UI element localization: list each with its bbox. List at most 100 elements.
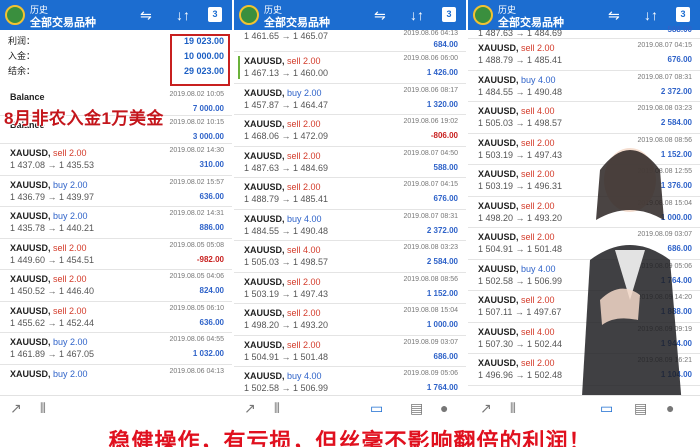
table-row[interactable]: XAUUSD, sell 2.00 1 498.20 → 1 493.20 2019… — [234, 304, 466, 336]
row-side: sell 2.00 — [287, 339, 321, 350]
table-row[interactable]: XAUUSD, buy 2.00 2019.08.06 04:13 — [0, 365, 232, 396]
table-row[interactable]: XAUUSD, sell 2.00 1 450.52 → 1 446.40 2019… — [0, 270, 232, 302]
row-symbol-text: XAUUSD, — [478, 106, 519, 116]
row-side: sell 2.00 — [521, 200, 555, 211]
sort-icon[interactable]: ↓↑ — [176, 6, 190, 24]
table-row[interactable]: XAUUSD, sell 2.00 1 468.06 → 1 472.09 2019… — [234, 115, 466, 147]
trade-icon[interactable]: ↗ — [10, 400, 22, 417]
chat-icon[interactable]: ● — [440, 400, 448, 416]
table-row[interactable]: 1 461.65 → 1 465.07 2019.08.06 04:13 684… — [234, 30, 466, 52]
deal-list-2: XAUUSD, sell 2.00 1 467.13 → 1 460.00 2019… — [234, 52, 466, 399]
row-side: sell 2.00 — [521, 169, 555, 179]
calendar-icon[interactable]: 3 — [442, 7, 456, 22]
row-date: 2019.08.07 08:31 — [637, 73, 693, 81]
row-profit: 1 000.00 — [426, 320, 458, 329]
row-profit: 2 584.00 — [660, 118, 692, 127]
table-row[interactable]: XAUUSD, sell 2.00 1 487.63 → 1 484.69 2019… — [234, 147, 466, 178]
row-profit: 1 320.00 — [426, 99, 458, 109]
panel-history-1: 历史 全部交易品种 ⇋ ↓↑ 3 利润： 19 023.00 入金： 10 000.… — [0, 0, 232, 447]
row-profit: 2 584.00 — [426, 257, 458, 266]
table-row[interactable]: 1 487.63 → 1 484.69 588.00 — [468, 25, 700, 39]
table-row[interactable]: XAUUSD, sell 2.00 1 455.62 → 1 452.44 2019… — [0, 302, 232, 333]
row-date: 2019.08.09 03:07 — [403, 338, 459, 346]
row-side: buy 4.00 — [521, 74, 556, 85]
chart-icon[interactable]: ⇋ — [608, 6, 620, 24]
row-side: sell 2.00 — [287, 308, 321, 318]
panel-history-2: 历史 全部交易品种 ⇋ ↓↑ 3 1 461.65 → 1 465.07 201… — [234, 0, 466, 447]
deal-list-1: Balance 2019.08.02 10:05 7 000.00 Balanc… — [0, 88, 232, 396]
row-symbol-text: XAUUSD, — [10, 179, 51, 190]
table-row[interactable]: XAUUSD, sell 4.00 1 505.03 → 1 498.57 2019… — [234, 241, 466, 273]
row-prices: 1 468.06 → 1 472.09 — [244, 131, 329, 141]
row-symbol-text: XAUUSD, — [10, 242, 51, 253]
table-row[interactable]: XAUUSD, sell 4.00 1 505.03 → 1 498.57 2019… — [468, 102, 700, 134]
sort-icon[interactable]: ↓↑ — [410, 6, 424, 24]
table-row[interactable]: XAUUSD, sell 2.00 1 488.79 → 1 485.41 2019… — [468, 39, 700, 71]
row-side: sell 2.00 — [287, 56, 321, 66]
table-row[interactable]: XAUUSD, sell 2.00 1 488.79 → 1 485.41 2019… — [234, 178, 466, 210]
row-prices: 1 449.60 → 1 454.51 — [10, 254, 95, 265]
chart-icon[interactable]: ⇋ — [140, 6, 152, 24]
trade-icon[interactable]: ↗ — [244, 400, 256, 417]
journal-icon[interactable]: ▤ — [410, 400, 423, 417]
row-symbol-text: XAUUSD, — [244, 371, 285, 381]
row-symbol-text: XAUUSD, — [10, 274, 51, 284]
row-side: sell 2.00 — [287, 276, 321, 287]
table-row[interactable]: XAUUSD, buy 2.00 1 461.89 → 1 467.05 2019.… — [0, 333, 232, 365]
row-side: sell 2.00 — [53, 148, 87, 158]
table-row[interactable]: XAUUSD, buy 4.00 1 484.55 → 1 490.48 2019.… — [468, 71, 700, 102]
profit-label: 利润： — [8, 36, 36, 46]
journal-icon[interactable]: ▤ — [634, 400, 647, 417]
history-tab-icon[interactable]: ▭ — [600, 400, 613, 417]
row-side: sell 2.00 — [287, 119, 321, 129]
row-side: sell 2.00 — [53, 242, 87, 253]
row-profit: 1 426.00 — [426, 68, 458, 77]
table-row[interactable]: XAUUSD, sell 2.00 1 437.08 → 1 435.53 2019… — [0, 144, 232, 176]
row-symbol-text: XAUUSD, — [244, 276, 285, 287]
trade-icon[interactable]: ↗ — [480, 400, 492, 417]
row-symbol-text: XAUUSD, — [244, 119, 285, 129]
app-logo-icon — [239, 5, 259, 25]
table-row[interactable]: XAUUSD, sell 2.00 1 449.60 → 1 454.51 2019… — [0, 239, 232, 270]
table-row[interactable]: XAUUSD, buy 2.00 1 436.79 → 1 439.97 2019.… — [0, 176, 232, 207]
row-profit: 1 764.00 — [426, 383, 458, 392]
row-symbol-text: XAUUSD, — [244, 339, 285, 350]
row-symbol-text: XAUUSD, — [10, 305, 51, 316]
row-date: 2019.08.06 06:00 — [403, 55, 459, 62]
row-profit: 310.00 — [199, 160, 224, 169]
calendar-icon[interactable]: 3 — [676, 7, 690, 22]
sort-icon[interactable]: ↓↑ — [644, 6, 658, 24]
row-symbol-text: XAUUSD, — [244, 87, 285, 98]
row-side: buy 4.00 — [287, 371, 322, 381]
row-date: 2019.08.06 08:17 — [403, 86, 459, 94]
chat-icon[interactable]: ● — [666, 400, 674, 416]
row-side: sell 2.00 — [53, 274, 87, 284]
presenter-image — [580, 148, 684, 430]
row-date: 2019.08.07 04:50 — [403, 149, 459, 157]
row-date: 2019.08.09 05:06 — [403, 370, 459, 377]
promo-footer: 稳健操作，有亏损，但丝毫不影响翻倍的利润！ — [108, 429, 592, 447]
history-tab-icon[interactable]: ▭ — [370, 400, 383, 417]
table-row[interactable]: XAUUSD, buy 4.00 1 484.55 → 1 490.48 2019.… — [234, 210, 466, 241]
table-row[interactable]: XAUUSD, buy 2.00 1 457.87 → 1 464.47 2019.… — [234, 84, 466, 115]
row-profit: 676.00 — [433, 194, 458, 203]
row-profit: 676.00 — [667, 55, 692, 64]
row-side: buy 4.00 — [287, 213, 322, 224]
row-side: buy 2.00 — [53, 337, 88, 347]
calendar-icon[interactable]: 3 — [208, 7, 222, 22]
table-row[interactable]: XAUUSD, sell 2.00 1 503.19 → 1 497.43 2019… — [234, 273, 466, 304]
row-profit: 686.00 — [433, 351, 458, 361]
table-row[interactable]: XAUUSD, sell 2.00 1 504.91 → 1 501.48 2019… — [234, 336, 466, 367]
table-row[interactable]: XAUUSD, buy 4.001 502.58 → 1 506.992019.… — [234, 367, 466, 399]
chart-bars-icon[interactable]: ⫴ — [40, 400, 46, 417]
row-symbol-text: XAUUSD, — [478, 74, 519, 85]
row-date: 2019.08.02 14:31 — [169, 210, 225, 217]
row-profit: 588.00 — [667, 25, 692, 34]
row-side: sell 4.00 — [521, 106, 555, 116]
table-row[interactable]: XAUUSD, buy 2.00 1 435.78 → 1 440.21 2019.… — [0, 207, 232, 239]
row-prices: 1 488.79 → 1 485.41 — [478, 55, 563, 65]
chart-bars-icon[interactable]: ⫴ — [510, 400, 516, 417]
chart-icon[interactable]: ⇋ — [374, 6, 386, 24]
table-row[interactable]: XAUUSD, sell 2.00 1 467.13 → 1 460.00 2019… — [234, 52, 466, 84]
chart-bars-icon[interactable]: ⫴ — [274, 400, 280, 417]
